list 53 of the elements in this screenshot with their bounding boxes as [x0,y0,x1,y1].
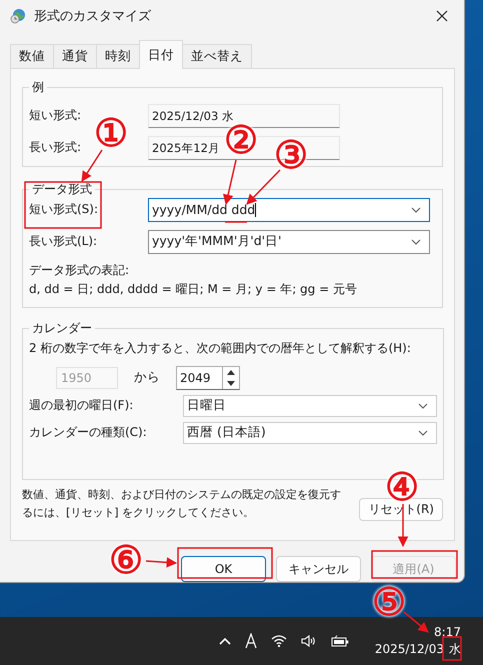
spin-down-icon[interactable] [227,380,235,386]
chevron-down-icon[interactable] [411,238,421,245]
tab[interactable]: 数値 [10,44,54,68]
field-label: 週の最初の曜日(F): [29,397,134,414]
format-combobox[interactable]: yyyy'年'MMM'月'd'日' [148,230,430,254]
field-label: 長い形式: [29,139,82,156]
chevron-down-icon[interactable] [418,402,428,409]
chevron-down-icon[interactable] [411,206,421,213]
tab[interactable]: 日付 [139,40,183,69]
reset-description: 数値、通貨、時刻、および日付のシステムの既定の設定を復元するには、[リセット] をクリックしてください。 [22,486,342,521]
field-label: カレンダーの種類(C): [29,424,148,442]
group-title: カレンダー [31,320,93,337]
dialog-button[interactable]: OK [181,556,266,582]
window-title: 形式のカスタマイズ [34,8,152,25]
speaker-icon[interactable] [300,635,317,647]
wifi-icon[interactable] [270,635,287,647]
annotation-arrow [222,160,237,206]
ime-letter-icon[interactable] [244,633,257,649]
clock-date[interactable]: 2025/12/03 [374,641,444,658]
to-year-spinner[interactable]: 2049 [176,366,240,390]
globe-icon [10,8,26,24]
tab[interactable]: 並べ替え [182,44,252,68]
battery-icon[interactable] [330,635,349,647]
from-year-field: 1950 [56,366,118,389]
dropdown[interactable]: 西暦 (日本語) [183,422,437,444]
step-number: ⑥ [109,538,143,582]
clock-weekday[interactable]: 水 [449,641,461,658]
step-number: ③ [274,133,308,177]
annotation-arrow [146,557,178,568]
annotation-arrow [404,611,429,633]
from-label: から [134,369,160,386]
close-icon[interactable] [436,10,448,22]
highlight-underline [225,221,247,223]
group-title: データ形式 [31,180,93,198]
notation-text: d, dd = 日; ddd, dddd = 曜日; M = 月; y = 年; gg = 元号 [29,280,358,297]
format-combobox[interactable]: yyyy/MM/dd ddd [148,198,430,222]
dropdown[interactable]: 日曜日 [183,394,437,417]
two-digit-year-text: 2 桁の数字で年を入力すると、次の範囲内での暦年として解釈する(H): [29,340,412,356]
dialog-button[interactable]: キャンセル [276,556,361,582]
step-number: ① [94,111,128,155]
notation-title: データ形式の表記: [29,262,130,278]
field-label: 長い形式(L): [29,233,98,250]
field-label: 短い形式(S): [29,201,100,218]
highlight-box [442,636,462,661]
spin-up-icon[interactable] [227,370,235,375]
annotation-arrow [246,169,281,205]
chevron-up-icon[interactable] [218,637,231,645]
clock-time[interactable]: 8:17 [434,624,461,641]
field-label: 短い形式: [29,107,82,124]
group-title: 例 [31,78,45,96]
step-number: ⑤ [372,580,406,624]
annotation-arrow [81,150,103,182]
chevron-down-icon[interactable] [418,430,428,436]
